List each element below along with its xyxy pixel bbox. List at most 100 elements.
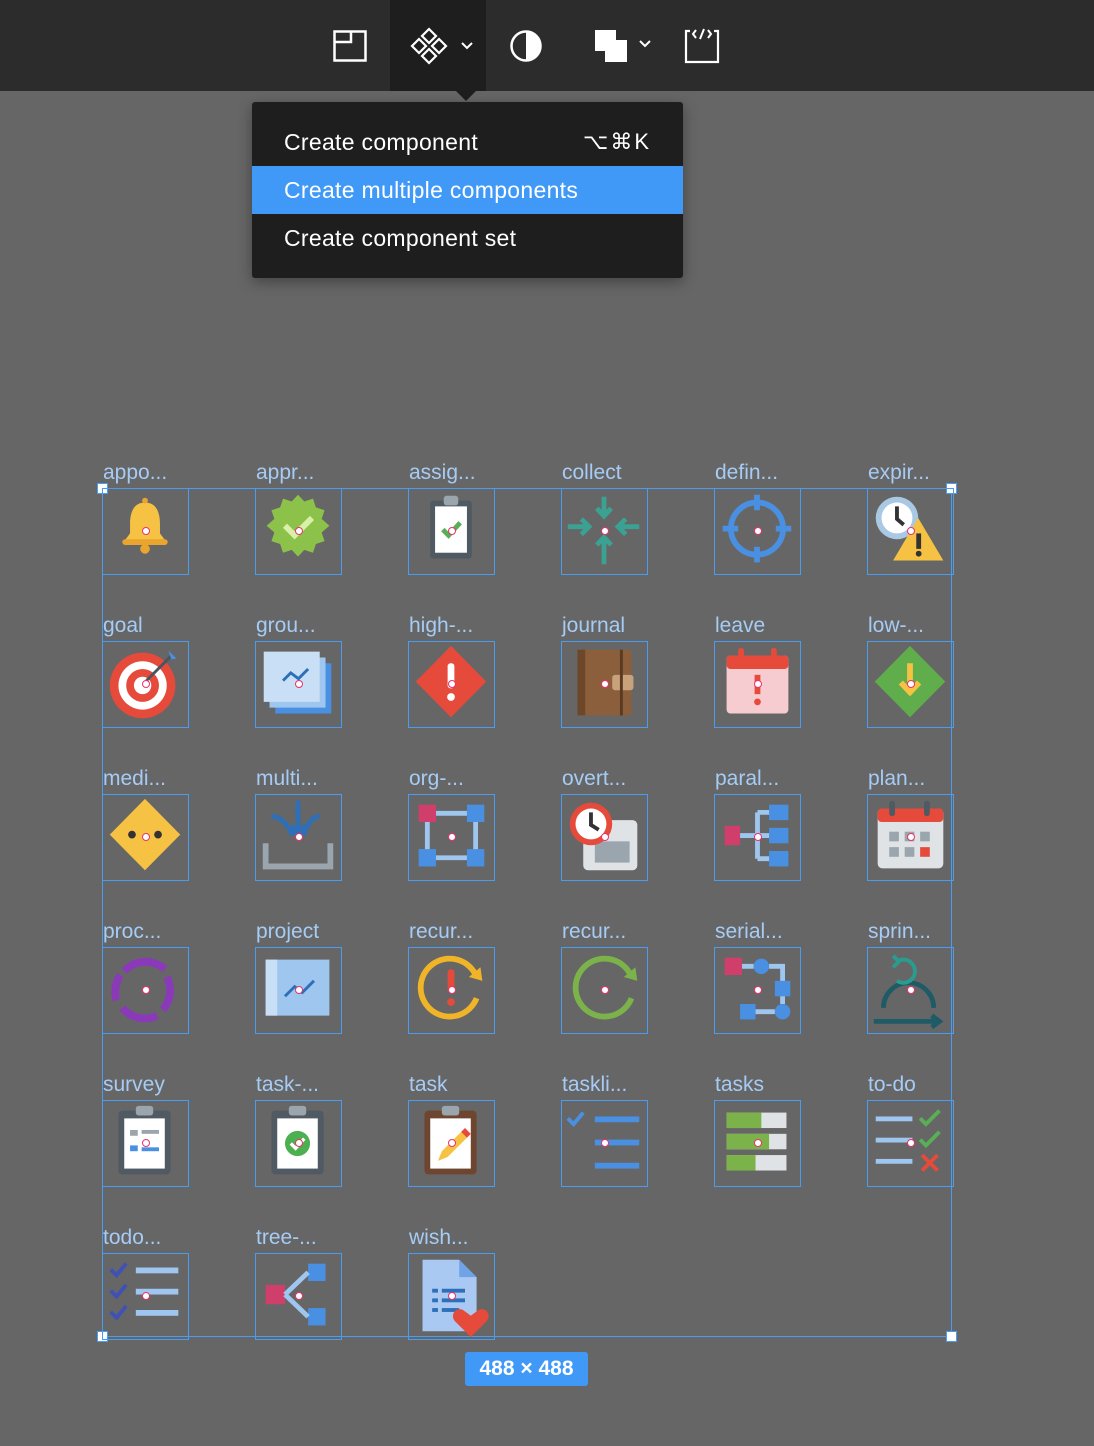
component-frame[interactable] [102, 794, 189, 881]
component-label[interactable]: plan... [868, 767, 1018, 791]
component-frame[interactable] [408, 1253, 495, 1340]
component-frame[interactable] [408, 488, 495, 575]
component-frame[interactable] [408, 641, 495, 728]
component-label[interactable]: to-do [868, 1073, 1018, 1097]
component-label[interactable]: paral... [715, 767, 865, 791]
component-frame[interactable] [102, 1253, 189, 1340]
component-frame[interactable] [255, 641, 342, 728]
component-label[interactable]: org-... [409, 767, 559, 791]
component-cell[interactable]: wish... [408, 1226, 495, 1350]
menu-item-create-multiple-components[interactable]: Create multiple components [252, 166, 683, 214]
component-frame[interactable] [561, 794, 648, 881]
component-cell[interactable]: defin... [714, 461, 801, 585]
component-frame[interactable] [102, 947, 189, 1034]
component-cell[interactable]: journal [561, 614, 648, 738]
component-label[interactable]: medi... [103, 767, 253, 791]
component-cell[interactable]: assig... [408, 461, 495, 585]
component-cell[interactable]: to-do [867, 1073, 954, 1197]
component-label[interactable]: appo... [103, 461, 253, 485]
component-label[interactable]: multi... [256, 767, 406, 791]
component-frame[interactable] [561, 641, 648, 728]
component-frame[interactable] [867, 794, 954, 881]
component-tool-button[interactable] [390, 0, 486, 91]
component-cell[interactable]: collect [561, 461, 648, 585]
component-label[interactable]: appr... [256, 461, 406, 485]
component-label[interactable]: tasks [715, 1073, 865, 1097]
component-cell[interactable]: low-... [867, 614, 954, 738]
component-frame[interactable] [408, 794, 495, 881]
component-label[interactable]: taskli... [562, 1073, 712, 1097]
component-frame[interactable] [561, 488, 648, 575]
component-label[interactable]: survey [103, 1073, 253, 1097]
component-label[interactable]: grou... [256, 614, 406, 638]
component-frame[interactable] [714, 1100, 801, 1187]
component-frame[interactable] [867, 488, 954, 575]
component-cell[interactable]: proc... [102, 920, 189, 1044]
component-label[interactable]: proc... [103, 920, 253, 944]
component-label[interactable]: recur... [562, 920, 712, 944]
component-cell[interactable]: plan... [867, 767, 954, 891]
component-cell[interactable]: org-... [408, 767, 495, 891]
component-frame[interactable] [408, 1100, 495, 1187]
boolean-ops-button[interactable] [580, 0, 660, 91]
component-cell[interactable]: tree-... [255, 1226, 342, 1350]
component-label[interactable]: leave [715, 614, 865, 638]
mask-tool-button[interactable] [496, 0, 556, 91]
component-cell[interactable]: medi... [102, 767, 189, 891]
component-frame[interactable] [561, 947, 648, 1034]
component-cell[interactable]: appo... [102, 461, 189, 585]
component-label[interactable]: tree-... [256, 1226, 406, 1250]
component-frame[interactable] [102, 641, 189, 728]
component-cell[interactable]: paral... [714, 767, 801, 891]
menu-item-create-component[interactable]: Create component ⌥⌘K [252, 118, 683, 166]
component-cell[interactable]: task [408, 1073, 495, 1197]
component-cell[interactable]: recur... [561, 920, 648, 1044]
component-label[interactable]: overt... [562, 767, 712, 791]
component-frame[interactable] [714, 794, 801, 881]
component-frame[interactable] [714, 947, 801, 1034]
component-frame[interactable] [102, 1100, 189, 1187]
component-frame[interactable] [255, 1253, 342, 1340]
component-label[interactable]: collect [562, 461, 712, 485]
component-label[interactable]: serial... [715, 920, 865, 944]
component-cell[interactable]: tasks [714, 1073, 801, 1197]
component-label[interactable]: sprin... [868, 920, 1018, 944]
component-frame[interactable] [255, 488, 342, 575]
component-cell[interactable]: overt... [561, 767, 648, 891]
component-frame[interactable] [867, 641, 954, 728]
menu-item-create-component-set[interactable]: Create component set [252, 214, 683, 262]
component-label[interactable]: defin... [715, 461, 865, 485]
component-frame[interactable] [867, 947, 954, 1034]
component-cell[interactable]: serial... [714, 920, 801, 1044]
component-cell[interactable]: sprin... [867, 920, 954, 1044]
component-label[interactable]: wish... [409, 1226, 559, 1250]
component-frame[interactable] [867, 1100, 954, 1187]
component-cell[interactable]: high-... [408, 614, 495, 738]
component-label[interactable]: project [256, 920, 406, 944]
component-cell[interactable]: task-... [255, 1073, 342, 1197]
component-frame[interactable] [714, 488, 801, 575]
component-label[interactable]: goal [103, 614, 253, 638]
component-frame[interactable] [561, 1100, 648, 1187]
component-label[interactable]: recur... [409, 920, 559, 944]
component-frame[interactable] [102, 488, 189, 575]
component-cell[interactable]: appr... [255, 461, 342, 585]
component-cell[interactable]: expir... [867, 461, 954, 585]
component-cell[interactable]: goal [102, 614, 189, 738]
component-label[interactable]: journal [562, 614, 712, 638]
component-cell[interactable]: todo... [102, 1226, 189, 1350]
component-frame[interactable] [255, 947, 342, 1034]
component-frame[interactable] [255, 1100, 342, 1187]
component-cell[interactable]: taskli... [561, 1073, 648, 1197]
component-label[interactable]: low-... [868, 614, 1018, 638]
resize-handle-bottom-right[interactable] [946, 1331, 957, 1342]
component-cell[interactable]: recur... [408, 920, 495, 1044]
component-cell[interactable]: leave [714, 614, 801, 738]
component-frame[interactable] [255, 794, 342, 881]
component-cell[interactable]: multi... [255, 767, 342, 891]
component-label[interactable]: high-... [409, 614, 559, 638]
component-label[interactable]: expir... [868, 461, 1018, 485]
component-cell[interactable]: project [255, 920, 342, 1044]
component-frame[interactable] [408, 947, 495, 1034]
component-cell[interactable]: survey [102, 1073, 189, 1197]
